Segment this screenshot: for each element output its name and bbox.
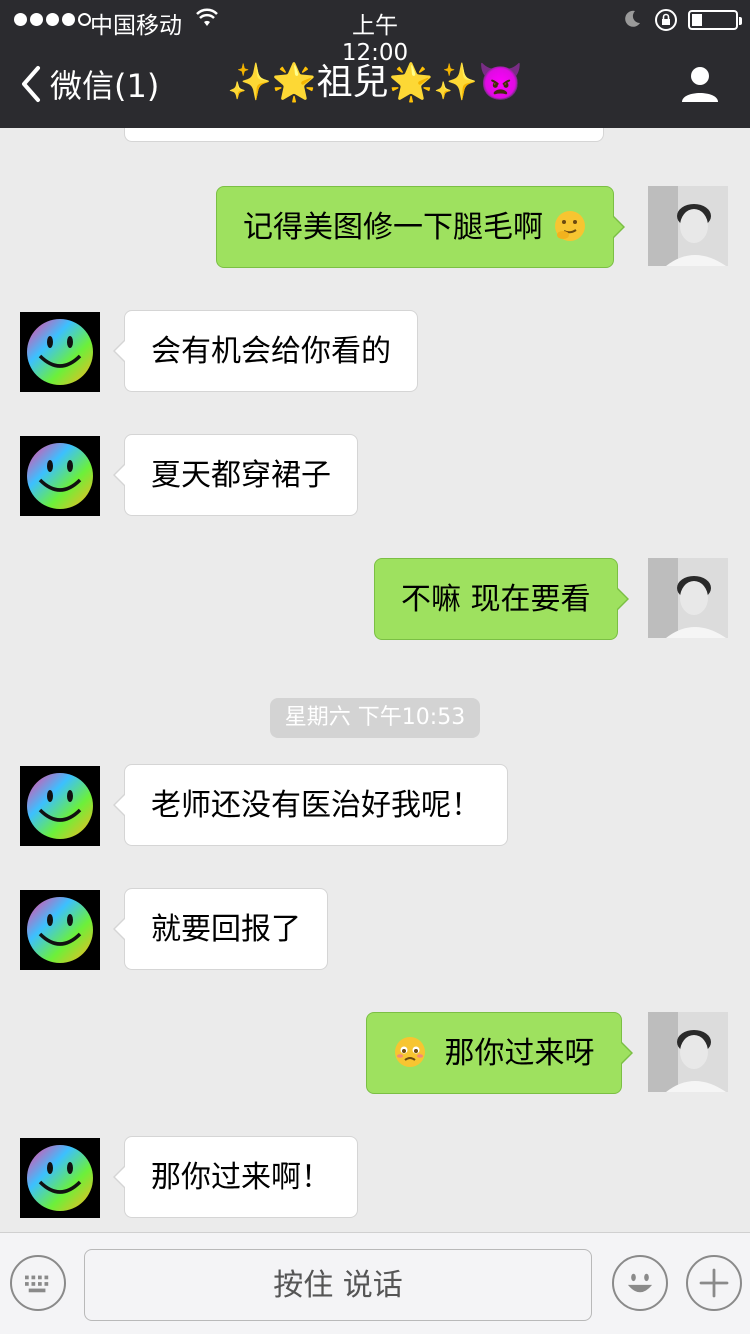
message-bubble-incoming[interactable]: 会有机会给你看的 (113, 310, 418, 392)
status-bar: 中国移动 上午12:00 (0, 0, 750, 66)
message-bubble-outgoing[interactable]: 那你过来呀 (366, 1012, 633, 1094)
contact-avatar[interactable] (20, 890, 100, 970)
message-text: 会有机会给你看的 (151, 334, 391, 369)
message-text: 老师还没有医治好我呢！ (151, 788, 481, 823)
message-bubble-incoming[interactable]: 夏天都穿裙子 (113, 434, 358, 516)
carrier-name: 中国移动 (90, 13, 182, 39)
my-avatar[interactable] (648, 1012, 728, 1092)
message-bubble-incoming[interactable]: 就要回报了 (113, 888, 328, 970)
message-text: 夏天都穿裙子 (151, 458, 331, 493)
plus-icon[interactable] (686, 1255, 742, 1311)
my-avatar[interactable] (648, 558, 728, 638)
contact-avatar[interactable] (20, 766, 100, 846)
message-bubble-outgoing[interactable]: 记得美图修一下腿毛啊 (216, 186, 625, 268)
input-bar: 按住 说话 (0, 1232, 750, 1334)
signal-strength-icon (14, 13, 91, 26)
back-button[interactable]: 微信(1) (20, 62, 159, 106)
message-text: 那你过来呀 (444, 1036, 595, 1071)
message-bubble-incoming[interactable]: 老师还没有医治好我呢！ (113, 764, 508, 846)
chat-title: ✨🌟祖兒🌟✨👿 (226, 62, 524, 103)
chat-area[interactable]: 记得美图修一下腿毛啊 会有机会给你看的 夏天都穿裙子 不嘛 现在要看 星期六 下… (0, 128, 750, 1232)
pleading-emoji-icon (395, 1037, 425, 1067)
contact-avatar[interactable] (20, 436, 100, 516)
contact-avatar[interactable] (20, 1138, 100, 1218)
message-text: 不嘛 现在要看 (401, 582, 591, 617)
status-time: 上午12:00 (341, 13, 409, 66)
previous-message-bubble (124, 128, 604, 142)
top-bar: 中国移动 上午12:00 微信(1) ✨🌟祖兒🌟✨👿 (0, 0, 750, 128)
message-text: 那你过来啊！ (151, 1160, 331, 1195)
do-not-disturb-moon-icon (625, 10, 640, 27)
my-avatar[interactable] (648, 186, 728, 266)
keyboard-toggle-icon[interactable] (10, 1255, 66, 1311)
timestamp-divider: 星期六 下午10:53 (270, 698, 480, 738)
back-label: 微信(1) (50, 67, 160, 105)
chevron-left-icon (22, 66, 40, 102)
contact-avatar[interactable] (20, 312, 100, 392)
hold-to-talk-button[interactable]: 按住 说话 (84, 1249, 592, 1321)
rotation-lock-icon (655, 9, 677, 31)
wifi-icon (196, 8, 218, 26)
message-bubble-incoming[interactable]: 那你过来啊！ (113, 1136, 358, 1218)
emoji-face-icon[interactable] (612, 1255, 668, 1311)
message-text: 就要回报了 (151, 912, 301, 947)
message-bubble-outgoing[interactable]: 不嘛 现在要看 (374, 558, 629, 640)
profile-icon[interactable] (680, 64, 720, 104)
battery-icon (688, 10, 742, 30)
message-text: 记得美图修一下腿毛啊 (243, 210, 543, 245)
thinking-emoji-icon (554, 211, 585, 241)
